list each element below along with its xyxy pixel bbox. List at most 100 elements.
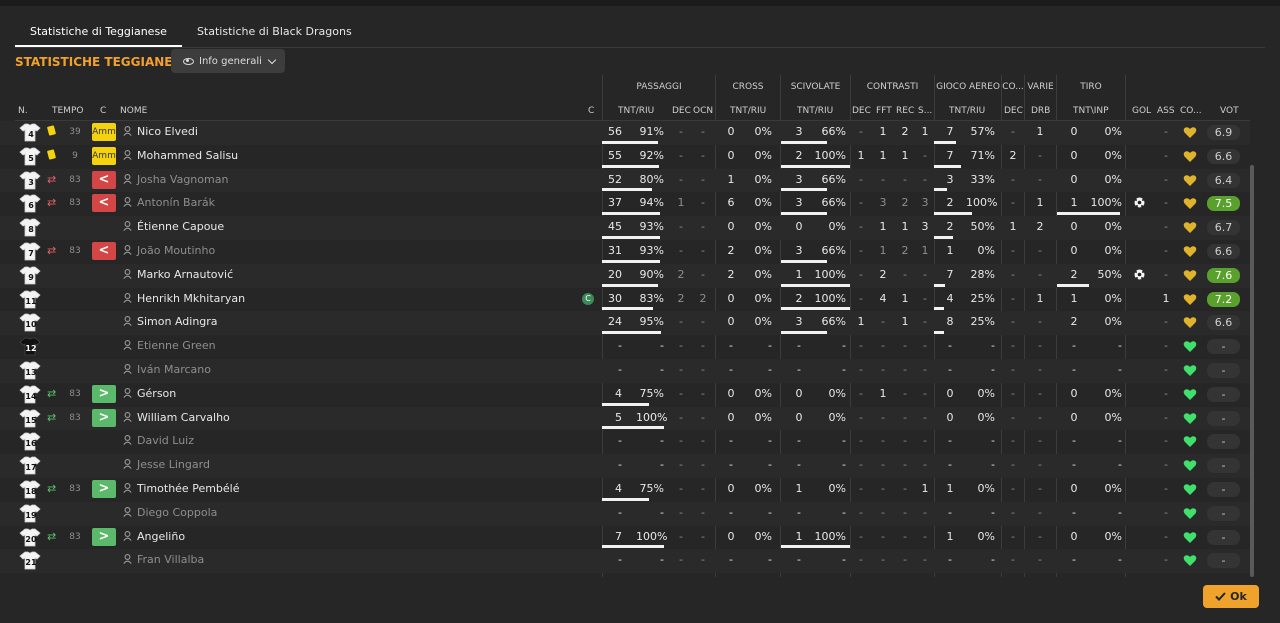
shot-accuracy-bar bbox=[1057, 283, 1089, 287]
col-header-con-s[interactable]: S... bbox=[918, 105, 932, 117]
col-header-co[interactable]: CO... bbox=[1180, 105, 1202, 117]
col-header-cross-tnt[interactable]: TNT/RIU bbox=[730, 105, 766, 117]
subbed-on-badge: > bbox=[92, 527, 116, 546]
pass-attempts: 56 bbox=[608, 125, 622, 138]
pass-accuracy: 90% bbox=[639, 267, 664, 281]
shot-accuracy: 100% bbox=[1090, 196, 1122, 210]
dribbles: - bbox=[1038, 410, 1042, 424]
player-profile-icon bbox=[123, 268, 132, 279]
assists: - bbox=[1164, 148, 1168, 162]
pass-attempts: 7 bbox=[615, 529, 622, 543]
pass-chances: - bbox=[701, 434, 705, 448]
subbed-on-badge: > bbox=[92, 408, 116, 427]
table-row[interactable]: 6 ⇄ 83 < Antonín Barák 37 94% 1-6 0% 3 66% -3 2 3 2 100… bbox=[0, 192, 1250, 216]
col-header-shot-tnt[interactable]: TNT\INP bbox=[1073, 105, 1109, 117]
table-row[interactable]: 19 Diego Coppola - - - - - - - - - - - - - - - - - - - - bbox=[0, 501, 1250, 526]
shot-attempts: 1 bbox=[1070, 196, 1078, 210]
pass-accuracy-bar bbox=[602, 283, 658, 287]
col-header-gol[interactable]: GOL bbox=[1132, 105, 1151, 117]
condition-heart-icon bbox=[1183, 554, 1197, 567]
table-row[interactable]: 11 Henrikh Mkhitaryan C 30 83% 2 2 0 0% 2 100% -4 1-… bbox=[0, 288, 1250, 312]
col-header-num[interactable]: N. bbox=[18, 105, 28, 117]
col-header-con-dec[interactable]: DEC bbox=[852, 105, 871, 117]
table-row[interactable]: 3 ⇄ 83 < Josha Vagnoman 52 80% - -1 0% 3 66% - - - -3 33… bbox=[0, 168, 1250, 193]
table-row[interactable]: 18 ⇄ 83 > Timothée Pembélé 4 75% - -0 0% 1 0% - - -1 1 0… bbox=[0, 478, 1250, 502]
table-row[interactable]: 5 9 Amm Mohammed Salisu 55 92% - -0 0% 2 100% 1 1 1-7… bbox=[0, 145, 1250, 169]
header-accuracy: 25% bbox=[970, 315, 995, 329]
cross-attempts: 0 bbox=[727, 410, 735, 424]
col-header-pass-ocn[interactable]: OCN bbox=[693, 105, 713, 117]
table-row[interactable]: 4 39 Amm Nico Elvedi 56 91% - -0 0% 3 66% -1 2 1 7 57% -… bbox=[0, 121, 1250, 145]
pass-accuracy: 91% bbox=[639, 125, 664, 138]
shirt-number: 10 bbox=[25, 320, 37, 330]
table-row[interactable]: 7 ⇄ 83 < João Moutinho 31 93% - -2 0% 3 66% -1 2 1 1 0% -… bbox=[0, 240, 1250, 264]
table-row[interactable]: 15 ⇄ 83 > William Carvalho 5 100% - -0 0% 0 0% - - - -0… bbox=[0, 406, 1250, 431]
shirt-number: 3 bbox=[28, 177, 34, 187]
col-header-air-tnt[interactable]: TNT/RIU bbox=[949, 105, 985, 117]
pass-attempts: 30 bbox=[608, 291, 622, 305]
col-header-ass[interactable]: ASS bbox=[1157, 105, 1175, 117]
col-header-tack-tnt[interactable]: TNT/RIU bbox=[797, 105, 833, 117]
match-rating: - bbox=[1207, 529, 1240, 545]
pass-chances: 2 bbox=[699, 291, 707, 305]
table-row[interactable]: 21 Fran Villalba - - - - - - - - - - - - - - - - - - - - bbox=[0, 549, 1250, 574]
table-row[interactable]: 20 ⇄ 83 > Angeliño 7 100% - -0 0% 1 100% - - - -1 0% - -0 0… bbox=[0, 526, 1250, 550]
col-header-pass-dec[interactable]: DEC bbox=[672, 105, 691, 117]
col-header-c[interactable]: C bbox=[100, 105, 106, 117]
col-header-c2[interactable]: C bbox=[588, 105, 594, 117]
header-accuracy: 0% bbox=[977, 410, 995, 424]
col-header-pass-tnt[interactable]: TNT/RIU bbox=[618, 105, 654, 117]
table-row[interactable]: 9 Marko Arnautović 20 90% 2-2 0% 1 100% -2- -7 28%… bbox=[0, 263, 1250, 288]
vertical-scrollbar[interactable] bbox=[1250, 165, 1254, 577]
table-row[interactable]: 10 Simon Adingra 24 95% - -0 0% 3 66% 1-1-8 25% - -2… bbox=[0, 311, 1250, 336]
assists: - bbox=[1164, 220, 1168, 234]
cross-attempts: 0 bbox=[727, 148, 735, 162]
col-header-name[interactable]: NOME bbox=[120, 105, 147, 117]
co-decisive: - bbox=[1011, 481, 1015, 495]
tackle-accuracy: - bbox=[842, 553, 846, 567]
tackle-accuracy: 100% bbox=[814, 267, 846, 281]
table-row[interactable]: 17 Jesse Lingard - - - - - - - - - - - - - - - - - - - - bbox=[0, 454, 1250, 478]
col-header-time[interactable]: TEMPO bbox=[52, 105, 83, 117]
tackle-attempts: 3 bbox=[795, 125, 803, 138]
dribbles: - bbox=[1038, 553, 1042, 567]
col-header-vot[interactable]: VOT bbox=[1220, 105, 1239, 117]
table-row[interactable]: 12 Etienne Green - - - - - - - - - - - - - - - - - - - - bbox=[0, 335, 1250, 359]
header-accuracy: 50% bbox=[970, 220, 995, 234]
shot-attempts: - bbox=[1072, 505, 1076, 519]
table-row[interactable]: 13 Iván Marcano - - - - - - - - - - - - - - - - - - - - bbox=[0, 358, 1250, 383]
table-row[interactable]: 16 David Luiz - - - - - - - - - - - - - - - - - - - - bbox=[0, 430, 1250, 454]
condition-heart-icon bbox=[1183, 459, 1197, 472]
col-header-con-rec[interactable]: REC bbox=[896, 105, 914, 117]
shot-attempts: - bbox=[1072, 434, 1076, 448]
player-name: João Moutinho bbox=[137, 243, 216, 257]
tab-black-dragons-stats[interactable]: Statistiche di Black Dragons bbox=[182, 20, 367, 48]
header-accuracy-bar bbox=[934, 235, 953, 239]
match-rating: 7.6 bbox=[1207, 267, 1240, 283]
view-dropdown[interactable]: Info generali bbox=[171, 49, 285, 73]
col-header-con-fft[interactable]: FFT bbox=[876, 105, 892, 117]
pass-accuracy-bar bbox=[602, 235, 660, 239]
shot-accuracy: 0% bbox=[1104, 243, 1122, 257]
cross-accuracy: - bbox=[768, 434, 772, 448]
ok-button[interactable]: Ok bbox=[1203, 585, 1259, 608]
shot-accuracy: 0% bbox=[1104, 220, 1122, 234]
table-row[interactable]: 14 ⇄ 83 > Gérson 4 75% - -0 0% 0 0% -1- -0 0% - -0 0% - - bbox=[0, 383, 1250, 407]
col-header-co-dec[interactable]: DEC bbox=[1004, 105, 1023, 117]
tackle-attempts: - bbox=[797, 434, 801, 448]
shot-attempts: - bbox=[1072, 458, 1076, 472]
condition-heart-icon bbox=[1183, 435, 1197, 448]
match-rating: - bbox=[1207, 434, 1240, 450]
cross-attempts: 6 bbox=[727, 196, 735, 210]
subbed-on-badge: > bbox=[92, 384, 116, 403]
table-row[interactable]: 8 Étienne Capoue 45 93% - -0 0% 0 0% -1 1 3 2 50% 1 2 0 0… bbox=[0, 216, 1250, 240]
pass-attempts: - bbox=[618, 362, 622, 376]
player-name: Fran Villalba bbox=[137, 553, 205, 567]
tab-teggianese-stats[interactable]: Statistiche di Teggianese bbox=[15, 20, 182, 48]
assists: - bbox=[1164, 125, 1168, 138]
shirt-number: 16 bbox=[25, 439, 37, 449]
pass-attempts: 20 bbox=[608, 267, 622, 281]
col-header-drb[interactable]: DRB bbox=[1031, 105, 1050, 117]
player-name: Josha Vagnoman bbox=[137, 172, 229, 186]
shot-attempts: - bbox=[1072, 339, 1076, 353]
